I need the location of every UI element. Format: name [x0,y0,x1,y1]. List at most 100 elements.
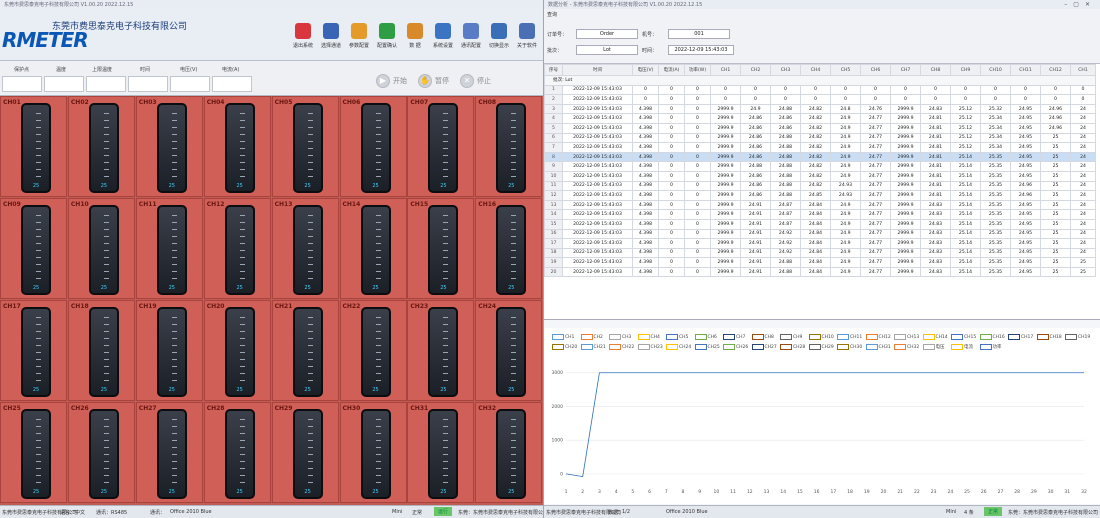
legend-item[interactable]: CH13 [894,334,919,340]
channel-cell[interactable]: CH01 25 [0,96,67,197]
column-header[interactable]: CH5 [830,64,861,76]
column-header[interactable]: CH10 [980,64,1011,76]
column-header[interactable]: CH4 [800,64,831,76]
table-row[interactable]: 9 2022-12-09 15:43:03 4.398 0 0 2999.9 24.88 24… [544,161,1096,172]
table-row[interactable]: 13 2022-12-09 15:43:03 4.398 0 0 2999.9 24.91 2… [544,199,1096,211]
table-row[interactable]: 19 2022-12-09 15:43:03 4.398 0 0 2999.9 24.91 2… [544,257,1096,268]
legend-item[interactable]: CH24 [666,344,691,350]
time-select[interactable]: 2022-12-09 15:43:03 [668,45,734,55]
stop-button[interactable]: ✕ 停止 [460,70,491,92]
channel-cell[interactable]: CH11 25 [135,198,203,299]
table-row[interactable]: 5 2022-12-09 15:43:03 4.398 0 0 2999.9 24.86 24… [544,122,1096,134]
legend-item[interactable]: CH16 [979,334,1005,340]
table-row[interactable]: 11 2022-12-09 15:43:03 4.398 0 0 2999.9 24.86 2… [544,180,1096,192]
table-row[interactable]: 15 2022-12-09 15:43:03 4.398 0 0 2999.9 24.91 2… [544,218,1096,230]
channel-cell[interactable]: CH18 25 [67,300,135,401]
order-input[interactable]: Order [576,29,638,39]
channel-cell[interactable]: CH03 25 [135,96,203,197]
column-header[interactable]: 功率(W) [684,64,711,76]
table-row[interactable]: 16 2022-12-09 15:43:03 4.398 0 0 2999.9 24.91 2… [544,228,1096,240]
channel-cell[interactable]: CH02 25 [67,96,135,197]
column-header[interactable]: CH3 [770,64,801,76]
column-header[interactable]: CH8 [920,64,951,76]
table-row[interactable]: 3 2022-12-09 15:43:03 4.398 0 0 2999.9 24.9 24.… [544,103,1096,115]
toolbar-button-0[interactable]: 退出系统 [288,19,318,59]
table-row[interactable]: 20 2022-12-09 15:43:03 4.398 0 0 2999.9 24.91 2… [544,266,1096,278]
table-row[interactable]: 18 2022-12-09 15:43:03 4.398 0 0 2999.9 24.91 2… [544,247,1096,259]
column-header[interactable]: CH1 [1070,64,1096,76]
table-row[interactable]: 8 2022-12-09 15:43:03 4.398 0 0 2999.9 24.86 24… [544,151,1096,163]
channel-cell[interactable]: CH32 25 [475,402,543,503]
column-header[interactable]: 时间 [562,64,633,76]
channel-cell[interactable]: CH19 25 [135,300,203,401]
r-status-page[interactable]: 1/2 [622,509,630,515]
channel-cell[interactable]: CH05 25 [271,96,339,197]
legend-item[interactable]: CH19 [1065,334,1090,340]
legend-item[interactable]: CH12 [865,334,891,340]
toolbar-button-7[interactable]: 切换显示 [484,19,514,59]
channel-cell[interactable]: CH04 25 [203,96,271,197]
channel-cell[interactable]: CH30 25 [339,402,407,503]
legend-item[interactable]: CH5 [666,334,688,340]
column-header[interactable]: CH12 [1040,64,1071,76]
column-header[interactable]: CH9 [950,64,981,76]
legend-item[interactable]: CH30 [837,344,862,350]
legend-item[interactable]: CH14 [922,334,948,340]
toolbar-button-6[interactable]: 通讯配置 [456,19,486,59]
channel-cell[interactable]: CH23 25 [407,300,475,401]
column-header[interactable]: CH7 [890,64,921,76]
table-row[interactable]: 6 2022-12-09 15:43:03 4.398 0 0 2999.9 24.86 24… [544,132,1096,144]
channel-cell[interactable]: CH07 25 [407,96,475,197]
legend-item[interactable]: 功率 [979,344,1002,350]
upper-temp-field[interactable] [86,76,126,92]
column-header[interactable]: 电压(V) [632,64,659,76]
legend-item[interactable]: CH15 [951,334,976,340]
legend-item[interactable]: CH2 [580,334,603,340]
group-row[interactable]: 批次: Lot [544,75,1096,86]
column-header[interactable]: 序号 [544,64,563,76]
channel-cell[interactable]: CH09 25 [0,198,67,299]
channel-cell[interactable]: CH06 25 [339,96,407,197]
channel-cell[interactable]: CH31 25 [407,402,475,503]
channel-cell[interactable]: CH20 25 [203,300,271,401]
legend-item[interactable]: CH7 [723,334,745,340]
legend-item[interactable]: CH10 [808,334,834,340]
legend-item[interactable]: CH3 [609,334,631,340]
channel-cell[interactable]: CH08 25 [475,96,543,197]
table-row[interactable]: 7 2022-12-09 15:43:03 4.398 0 0 2999.9 24.86 24… [544,142,1096,153]
legend-item[interactable]: CH20 [552,344,577,350]
legend-item[interactable]: CH26 [723,344,748,350]
channel-cell[interactable]: CH13 25 [271,198,339,299]
protect-field[interactable] [2,76,42,92]
channel-cell[interactable]: CH16 25 [475,198,543,299]
machine-input[interactable]: 001 [668,29,730,39]
channel-cell[interactable]: CH27 25 [135,402,203,503]
channel-cell[interactable]: CH21 25 [271,300,339,401]
channel-cell[interactable]: CH25 25 [0,402,67,503]
window-controls[interactable]: –▢✕ [1064,1,1096,8]
channel-cell[interactable]: CH22 25 [339,300,407,401]
legend-item[interactable]: 电压 [922,344,945,350]
legend-item[interactable]: CH31 [865,344,891,350]
channel-cell[interactable]: CH24 25 [475,300,543,401]
time-field[interactable] [128,76,168,92]
column-header[interactable]: CH1 [710,64,741,76]
channel-cell[interactable]: CH15 25 [407,198,475,299]
legend-item[interactable]: 电流 [951,344,973,350]
channel-cell[interactable]: CH26 25 [67,402,135,503]
legend-item[interactable]: CH9 [780,334,802,340]
legend-item[interactable]: CH32 [894,344,919,350]
legend-item[interactable]: CH29 [808,344,834,350]
legend-item[interactable]: CH17 [1008,334,1033,340]
legend-item[interactable]: CH28 [780,344,805,350]
table-row[interactable]: 2 2022-12-09 15:43:03 0 0 0 0 0 0 0 0 0 0 0 0 0 0 0 0 [544,94,1096,105]
table-row[interactable]: 4 2022-12-09 15:43:03 4.398 0 0 2999.9 24.86 24… [544,113,1096,124]
toolbar-button-4[interactable]: 数 据 [400,19,430,59]
legend-item[interactable]: CH23 [637,344,663,350]
column-header[interactable]: 电流(A) [658,64,685,76]
channel-cell[interactable]: CH14 25 [339,198,407,299]
legend-item[interactable]: CH8 [751,334,774,340]
toolbar-button-3[interactable]: 配置确认 [372,19,402,59]
legend-item[interactable]: CH25 [694,344,720,350]
toolbar-button-5[interactable]: 系统设置 [428,19,458,59]
